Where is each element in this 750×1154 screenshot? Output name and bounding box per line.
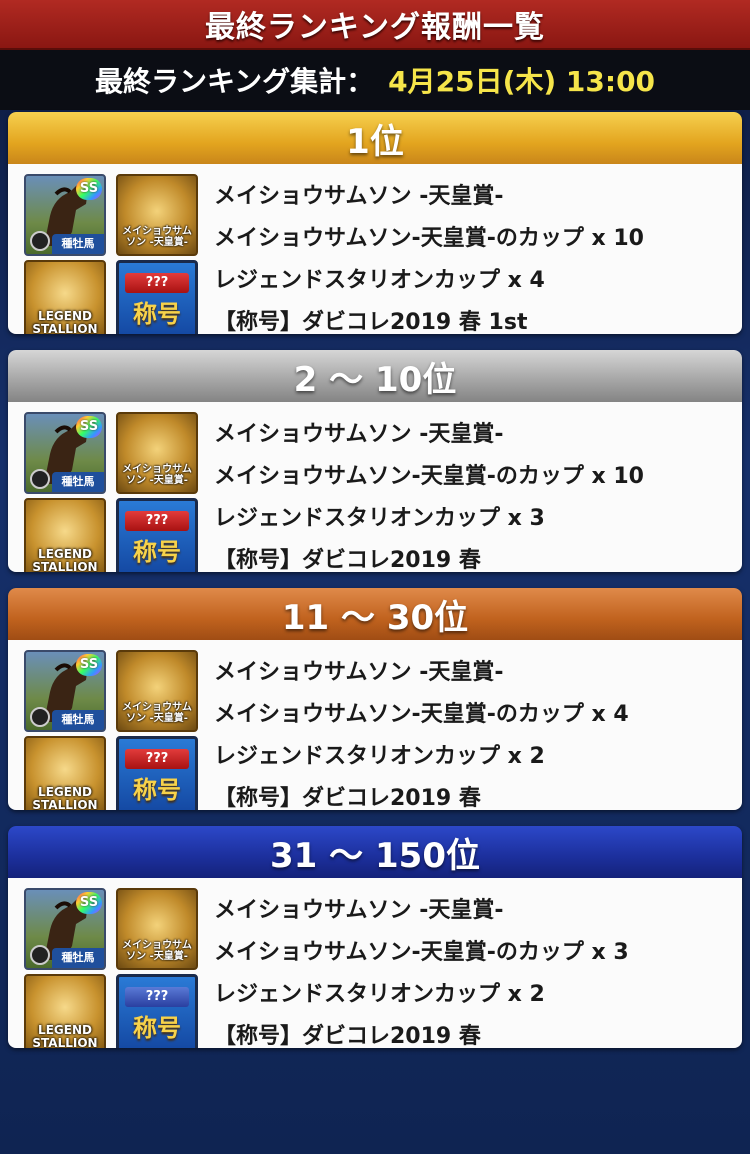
reward-icons: SS 種牡馬 メイショウサムソン -天皇賞- LEGEND STALLION ?…: [24, 888, 198, 1048]
reward-item: メイショウサムソン -天皇賞-: [214, 898, 504, 923]
cup-label: メイショウサムソン -天皇賞-: [122, 226, 192, 248]
title-banner: ???: [125, 273, 189, 293]
title-badge-icon[interactable]: ??? 称号: [116, 736, 198, 810]
reward-panel-rank-31-150: 31 〜 150位 SS 種牡馬 メイショウサムソン -天皇賞- LEGEND …: [8, 826, 742, 1048]
reward-item: レジェンドスタリオンカップ x 3: [214, 506, 545, 531]
reward-item: レジェンドスタリオンカップ x 4: [214, 268, 545, 293]
legend-stallion-cup-icon[interactable]: LEGEND STALLION: [24, 736, 106, 810]
cup-label: メイショウサムソン -天皇賞-: [122, 464, 192, 486]
title-label: 称号: [133, 300, 181, 328]
reward-texts: メイショウサムソン -天皇賞- メイショウサムソン-天皇賞-のカップ x 4 レ…: [198, 650, 730, 810]
stallion-tag: 種牡馬: [52, 234, 104, 254]
title-badge-icon[interactable]: ??? 称号: [116, 974, 198, 1048]
reward-body: SS 種牡馬 メイショウサムソン -天皇賞- LEGEND STALLION ?…: [8, 640, 742, 810]
screen-header: 最終ランキング報酬一覧: [0, 0, 750, 50]
reward-item: メイショウサムソン -天皇賞-: [214, 422, 504, 447]
stallion-tag: 種牡馬: [52, 472, 104, 492]
horse-icon[interactable]: SS 種牡馬: [24, 174, 106, 256]
legend-label: LEGEND STALLION: [32, 309, 98, 335]
reward-body: SS 種牡馬 メイショウサムソン -天皇賞- LEGEND STALLION ?…: [8, 878, 742, 1048]
ss-rank-badge: SS: [76, 178, 102, 200]
rank-header: 1位: [8, 112, 742, 164]
ranking-tally-bar: 最終ランキング集計： 4月25日(木) 13:00: [0, 50, 750, 110]
tally-datetime: 4月25日(木) 13:00: [388, 65, 656, 98]
reward-icons: SS 種牡馬 メイショウサムソン -天皇賞- LEGEND STALLION ?…: [24, 650, 198, 810]
title-banner: ???: [125, 511, 189, 531]
status-dot-icon: [30, 707, 50, 727]
cup-label: メイショウサムソン -天皇賞-: [122, 702, 192, 724]
title-label: 称号: [133, 1014, 181, 1042]
ss-rank-badge: SS: [76, 416, 102, 438]
status-dot-icon: [30, 231, 50, 251]
rank-header: 11 〜 30位: [8, 588, 742, 640]
reward-panel-rank-2-10: 2 〜 10位 SS 種牡馬 メイショウサムソン -天皇賞- LEGEND ST…: [8, 350, 742, 572]
title-label: 称号: [133, 538, 181, 566]
reward-item: レジェンドスタリオンカップ x 2: [214, 744, 545, 769]
stallion-tag: 種牡馬: [52, 948, 104, 968]
reward-item: メイショウサムソン-天皇賞-のカップ x 3: [214, 940, 629, 965]
title-badge-icon[interactable]: ??? 称号: [116, 260, 198, 334]
status-dot-icon: [30, 469, 50, 489]
reward-panel-rank-11-30: 11 〜 30位 SS 種牡馬 メイショウサムソン -天皇賞- LEGEND S…: [8, 588, 742, 810]
legend-stallion-cup-icon[interactable]: LEGEND STALLION: [24, 498, 106, 572]
ss-rank-badge: SS: [76, 892, 102, 914]
reward-item: 【称号】ダビコレ2019 春: [214, 548, 481, 572]
reward-panel-rank-1: 1位 SS 種牡馬 メイショウサムソン -天皇賞- LEGEND STALLIO…: [8, 112, 742, 334]
reward-body: SS 種牡馬 メイショウサムソン -天皇賞- LEGEND STALLION ?…: [8, 402, 742, 572]
trophy-cup-icon[interactable]: メイショウサムソン -天皇賞-: [116, 650, 198, 732]
ss-rank-badge: SS: [76, 654, 102, 676]
stallion-tag: 種牡馬: [52, 710, 104, 730]
legend-label: LEGEND STALLION: [32, 547, 98, 573]
reward-item: 【称号】ダビコレ2019 春 1st: [214, 310, 528, 334]
trophy-cup-icon[interactable]: メイショウサムソン -天皇賞-: [116, 888, 198, 970]
reward-icons: SS 種牡馬 メイショウサムソン -天皇賞- LEGEND STALLION ?…: [24, 174, 198, 334]
reward-item: メイショウサムソン -天皇賞-: [214, 184, 504, 209]
reward-texts: メイショウサムソン -天皇賞- メイショウサムソン-天皇賞-のカップ x 10 …: [198, 412, 730, 572]
page-title: 最終ランキング報酬一覧: [204, 10, 546, 45]
reward-list: 1位 SS 種牡馬 メイショウサムソン -天皇賞- LEGEND STALLIO…: [0, 110, 750, 1048]
rank-header: 31 〜 150位: [8, 826, 742, 878]
title-badge-icon[interactable]: ??? 称号: [116, 498, 198, 572]
title-label: 称号: [133, 776, 181, 804]
horse-icon[interactable]: SS 種牡馬: [24, 888, 106, 970]
status-dot-icon: [30, 945, 50, 965]
reward-item: メイショウサムソン-天皇賞-のカップ x 10: [214, 464, 644, 489]
title-banner: ???: [125, 749, 189, 769]
reward-item: レジェンドスタリオンカップ x 2: [214, 982, 545, 1007]
reward-item: 【称号】ダビコレ2019 春: [214, 1024, 481, 1048]
legend-label: LEGEND STALLION: [32, 1023, 98, 1049]
horse-icon[interactable]: SS 種牡馬: [24, 412, 106, 494]
tally-label: 最終ランキング集計：: [94, 65, 375, 98]
cup-label: メイショウサムソン -天皇賞-: [122, 940, 192, 962]
reward-item: 【称号】ダビコレ2019 春: [214, 786, 481, 810]
reward-item: メイショウサムソン-天皇賞-のカップ x 4: [214, 702, 629, 727]
rank-label: 2 〜 10位: [293, 359, 457, 400]
horse-icon[interactable]: SS 種牡馬: [24, 650, 106, 732]
reward-texts: メイショウサムソン -天皇賞- メイショウサムソン-天皇賞-のカップ x 3 レ…: [198, 888, 730, 1048]
reward-item: メイショウサムソン-天皇賞-のカップ x 10: [214, 226, 644, 251]
rank-label: 1位: [346, 121, 404, 162]
reward-body: SS 種牡馬 メイショウサムソン -天皇賞- LEGEND STALLION ?…: [8, 164, 742, 334]
reward-icons: SS 種牡馬 メイショウサムソン -天皇賞- LEGEND STALLION ?…: [24, 412, 198, 572]
reward-texts: メイショウサムソン -天皇賞- メイショウサムソン-天皇賞-のカップ x 10 …: [198, 174, 730, 334]
legend-label: LEGEND STALLION: [32, 785, 98, 811]
title-banner: ???: [125, 987, 189, 1007]
legend-stallion-cup-icon[interactable]: LEGEND STALLION: [24, 260, 106, 334]
rank-label: 11 〜 30位: [281, 597, 469, 638]
rank-header: 2 〜 10位: [8, 350, 742, 402]
rank-label: 31 〜 150位: [270, 835, 480, 876]
reward-item: メイショウサムソン -天皇賞-: [214, 660, 504, 685]
trophy-cup-icon[interactable]: メイショウサムソン -天皇賞-: [116, 174, 198, 256]
trophy-cup-icon[interactable]: メイショウサムソン -天皇賞-: [116, 412, 198, 494]
legend-stallion-cup-icon[interactable]: LEGEND STALLION: [24, 974, 106, 1048]
